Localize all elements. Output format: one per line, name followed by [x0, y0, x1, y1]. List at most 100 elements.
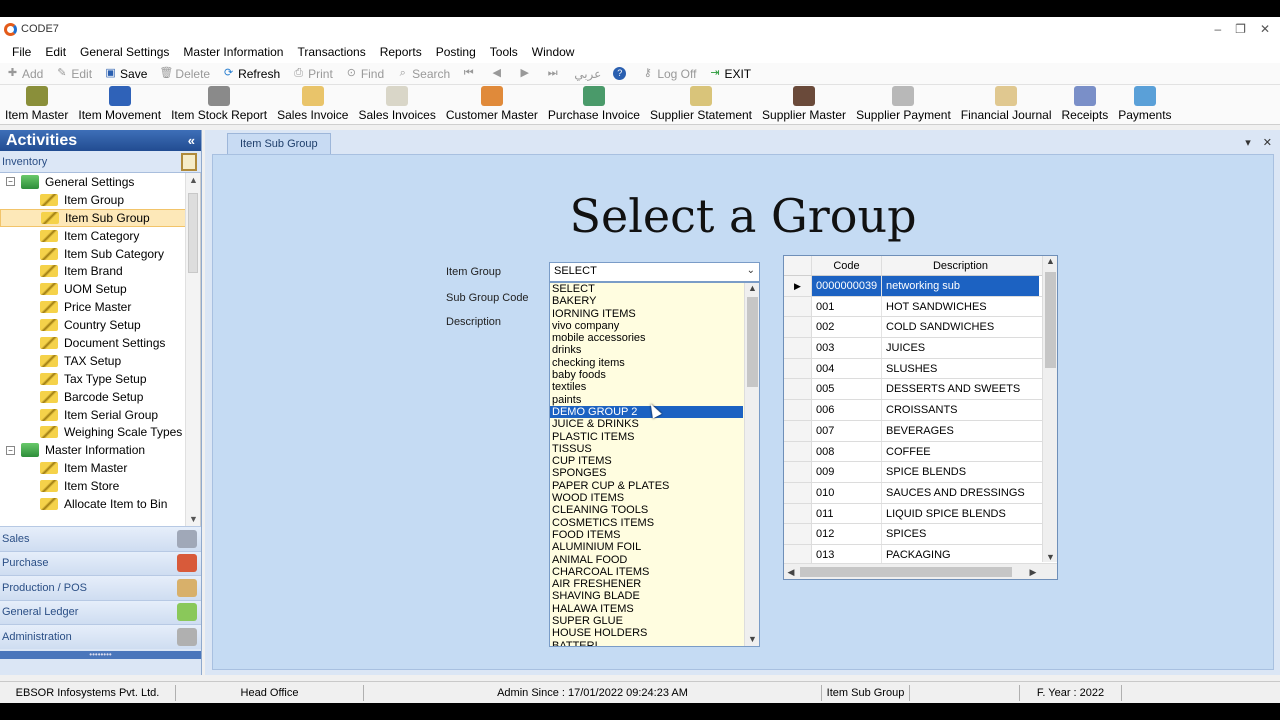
tab-menu-button[interactable]: ▾	[1245, 136, 1251, 149]
quick-supplier-payment-button[interactable]: Supplier Payment	[856, 86, 951, 124]
section-sales[interactable]: Sales	[0, 526, 201, 551]
sub-group-grid[interactable]: Code Description ▶ 0000000039 networking s…	[783, 255, 1058, 580]
dropdown-option[interactable]: PAPER CUP & PLATES	[550, 480, 743, 492]
cell-description[interactable]: JUICES	[882, 338, 1039, 358]
section-purchase[interactable]: Purchase	[0, 550, 201, 575]
print-button[interactable]: ⎙ Print	[292, 67, 333, 81]
help-button[interactable]: ?	[613, 67, 629, 80]
tree-item-item-group[interactable]: Item Group	[0, 191, 200, 209]
dropdown-option[interactable]: BATTERI	[550, 640, 743, 646]
exit-button[interactable]: ⇥ EXIT	[708, 67, 751, 81]
cell-code[interactable]: 008	[812, 441, 882, 462]
dropdown-option[interactable]: ALUMINIUM FOIL	[550, 541, 743, 553]
dropdown-option[interactable]: FOOD ITEMS	[550, 529, 743, 541]
column-code[interactable]: Code	[812, 256, 882, 275]
dropdown-option[interactable]: ANIMAL FOOD	[550, 554, 743, 566]
table-row[interactable]: 002 COLD SANDWICHES	[784, 317, 1057, 339]
dropdown-option[interactable]: CUP ITEMS	[550, 455, 743, 467]
quick-financial-journal-button[interactable]: Financial Journal	[961, 86, 1052, 124]
close-window-button[interactable]: ✕	[1260, 22, 1270, 36]
row-selector[interactable]	[784, 503, 812, 524]
edit-button[interactable]: ✎ Edit	[55, 67, 92, 81]
row-selector[interactable]	[784, 420, 812, 441]
dropdown-option[interactable]: CHARCOAL ITEMS	[550, 566, 743, 578]
refresh-button[interactable]: ⟳ Refresh	[222, 67, 280, 81]
panel-grip[interactable]: ••••••••	[0, 650, 201, 659]
cell-code[interactable]: 003	[812, 338, 882, 358]
cell-code[interactable]: 001	[812, 296, 882, 317]
table-row[interactable]: 001 HOT SANDWICHES	[784, 296, 1057, 318]
dropdown-option[interactable]: HOUSE HOLDERS	[550, 627, 743, 639]
delete-button[interactable]: 🗑 Delete	[159, 67, 210, 81]
dropdown-option[interactable]: PLASTIC ITEMS	[550, 431, 743, 443]
menu-master-information[interactable]: Master Information	[176, 45, 290, 59]
next-record-button[interactable]: ▶	[518, 67, 534, 80]
dropdown-option[interactable]: BAKERY	[550, 295, 743, 307]
tab-item-sub-group[interactable]: Item Sub Group	[227, 133, 331, 154]
scroll-right-icon[interactable]: ▶	[1026, 564, 1040, 579]
dropdown-option[interactable]: drinks	[550, 344, 743, 356]
cell-description[interactable]: CROISSANTS	[882, 400, 1039, 420]
section-administration[interactable]: Administration	[0, 624, 201, 649]
grid-horizontal-scrollbar[interactable]: ◀ ▶	[784, 563, 1057, 579]
quick-item-master-button[interactable]: Item Master	[5, 86, 68, 124]
table-row[interactable]: 009 SPICE BLENDS	[784, 462, 1057, 483]
dropdown-option[interactable]: IORNING ITEMS	[550, 308, 743, 320]
menu-posting[interactable]: Posting	[429, 45, 483, 59]
row-selector[interactable]	[784, 358, 812, 379]
maximize-button[interactable]: ❐	[1235, 22, 1246, 36]
cell-description[interactable]: HOT SANDWICHES	[882, 297, 1039, 317]
column-description[interactable]: Description	[882, 256, 1039, 275]
dropdown-scrollbar[interactable]: ▲ ▼	[744, 283, 759, 646]
dropdown-option[interactable]: paints	[550, 394, 743, 406]
first-record-button[interactable]: ⏮	[462, 67, 478, 80]
cell-code[interactable]: 004	[812, 358, 882, 379]
cell-code[interactable]: 013	[812, 544, 882, 565]
cell-code[interactable]: 009	[812, 462, 882, 482]
cell-code[interactable]: 011	[812, 503, 882, 524]
row-selector[interactable]	[784, 379, 812, 400]
quick-sales-invoices-button[interactable]: Sales Invoices	[358, 86, 436, 124]
dropdown-option[interactable]: TISSUS	[550, 443, 743, 455]
cell-description[interactable]: COFFEE	[882, 442, 1039, 462]
cell-description[interactable]: PACKAGING	[882, 545, 1039, 565]
section-general-ledger[interactable]: General Ledger	[0, 599, 201, 624]
dropdown-option[interactable]: CLEANING TOOLS	[550, 504, 743, 516]
tree-item-barcode-setup[interactable]: Barcode Setup	[0, 388, 200, 406]
logoff-button[interactable]: ⚷ Log Off	[641, 67, 697, 81]
dropdown-option[interactable]: HALAWA ITEMS	[550, 603, 743, 615]
cell-description[interactable]: SPICES	[882, 524, 1039, 544]
tree-item-allocate-item-to-bin[interactable]: Allocate Item to Bin	[0, 495, 200, 513]
tree-item-item-store[interactable]: Item Store	[0, 477, 200, 495]
tab-close-button[interactable]: ✕	[1263, 136, 1272, 149]
tree-item-country-setup[interactable]: Country Setup	[0, 316, 200, 334]
menu-window[interactable]: Window	[525, 45, 582, 59]
dropdown-option[interactable]: vivo company	[550, 320, 743, 332]
dropdown-option[interactable]: baby foods	[550, 369, 743, 381]
tree-item-document-settings[interactable]: Document Settings	[0, 334, 200, 352]
table-row[interactable]: 011 LIQUID SPICE BLENDS	[784, 503, 1057, 525]
scroll-down-icon[interactable]: ▼	[745, 634, 759, 644]
cell-code[interactable]: 010	[812, 482, 882, 503]
row-selector[interactable]	[784, 400, 812, 420]
table-row[interactable]: 005 DESSERTS AND SWEETS	[784, 379, 1057, 401]
chevron-down-icon[interactable]: ⌄	[747, 265, 755, 276]
table-row[interactable]: 008 COFFEE	[784, 441, 1057, 463]
tree-item-master-information[interactable]: − Master Information	[0, 441, 200, 459]
dropdown-option[interactable]: SUPER GLUE	[550, 615, 743, 627]
tree-item-uom-setup[interactable]: UOM Setup	[0, 280, 200, 298]
cell-description[interactable]: networking sub	[882, 276, 1039, 296]
table-row[interactable]: 004 SLUSHES	[784, 358, 1057, 380]
tree-item-weighing-scale-types[interactable]: Weighing Scale Types	[0, 423, 200, 441]
scroll-up-icon[interactable]: ▲	[186, 175, 200, 185]
search-button[interactable]: ⌕ Search	[396, 67, 451, 81]
tree-item-tax-setup[interactable]: TAX Setup	[0, 352, 200, 370]
row-selector[interactable]	[784, 338, 812, 358]
collapse-node-icon[interactable]: −	[6, 177, 15, 187]
table-row[interactable]: 007 BEVERAGES	[784, 420, 1057, 442]
cell-description[interactable]: BEVERAGES	[882, 421, 1039, 441]
dropdown-option[interactable]: WOOD ITEMS	[550, 492, 743, 504]
scroll-thumb[interactable]	[800, 567, 1012, 577]
item-group-dropdown-list[interactable]: SELECT BAKERY IORNING ITEMS vivo company mob…	[549, 282, 760, 647]
quick-customer-master-button[interactable]: Customer Master	[446, 86, 538, 124]
